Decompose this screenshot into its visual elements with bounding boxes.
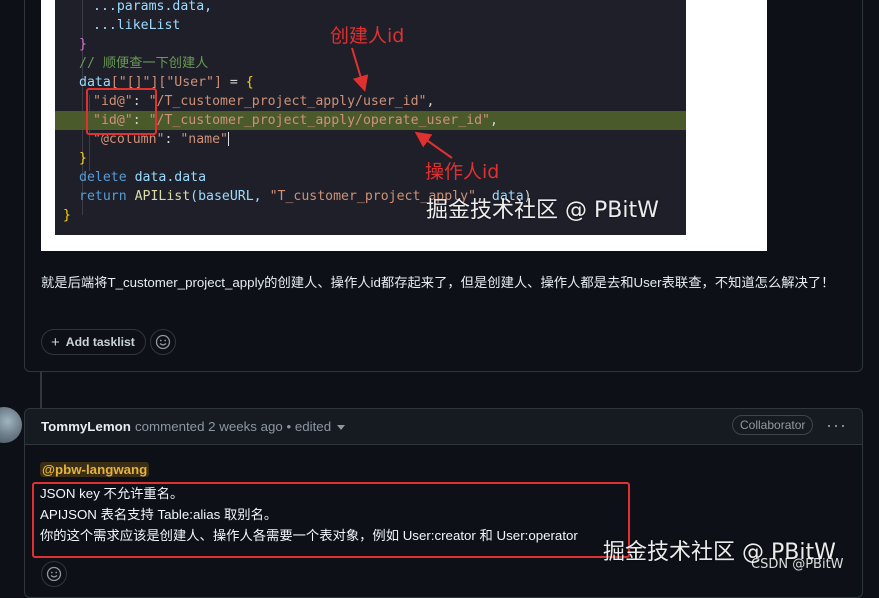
add-tasklist-button[interactable]: + Add tasklist [41,329,146,355]
user-mention-link[interactable]: @pbw-langwang [40,462,150,477]
comment-meta[interactable]: commented 2 weeks ago • edited [135,419,346,434]
annotation-arrows [351,47,453,159]
juejin-watermark: 掘金技术社区 @ PBitW [426,198,659,223]
comment-1-body: 就是后端将T_customer_project_apply的创建人、操作人id都… [41,275,835,290]
more-options-icon[interactable]: ··· [826,415,847,436]
arrow-to-operator-id [414,131,453,159]
add-tasklist-label: Add tasklist [65,335,135,349]
add-reaction-button[interactable] [150,329,176,355]
smiley-icon [155,334,171,350]
timeline-connector [40,372,42,408]
chevron-down-icon [337,424,346,430]
comment-header: TommyLemon commented 2 weeks ago • edite… [25,409,862,445]
smiley-icon [46,566,62,582]
arrow-to-creator-id [351,47,369,92]
csdn-watermark: CSDN @PBitW [751,557,844,572]
plus-icon: + [51,333,60,351]
add-reaction-button-2[interactable] [41,561,67,587]
avatar[interactable] [0,407,22,443]
reply-highlight-box [32,482,630,558]
collaborator-badge: Collaborator [732,415,814,435]
comment-author-link[interactable]: TommyLemon [41,419,131,434]
comment-meta-text: commented 2 weeks ago • edited [135,419,332,434]
